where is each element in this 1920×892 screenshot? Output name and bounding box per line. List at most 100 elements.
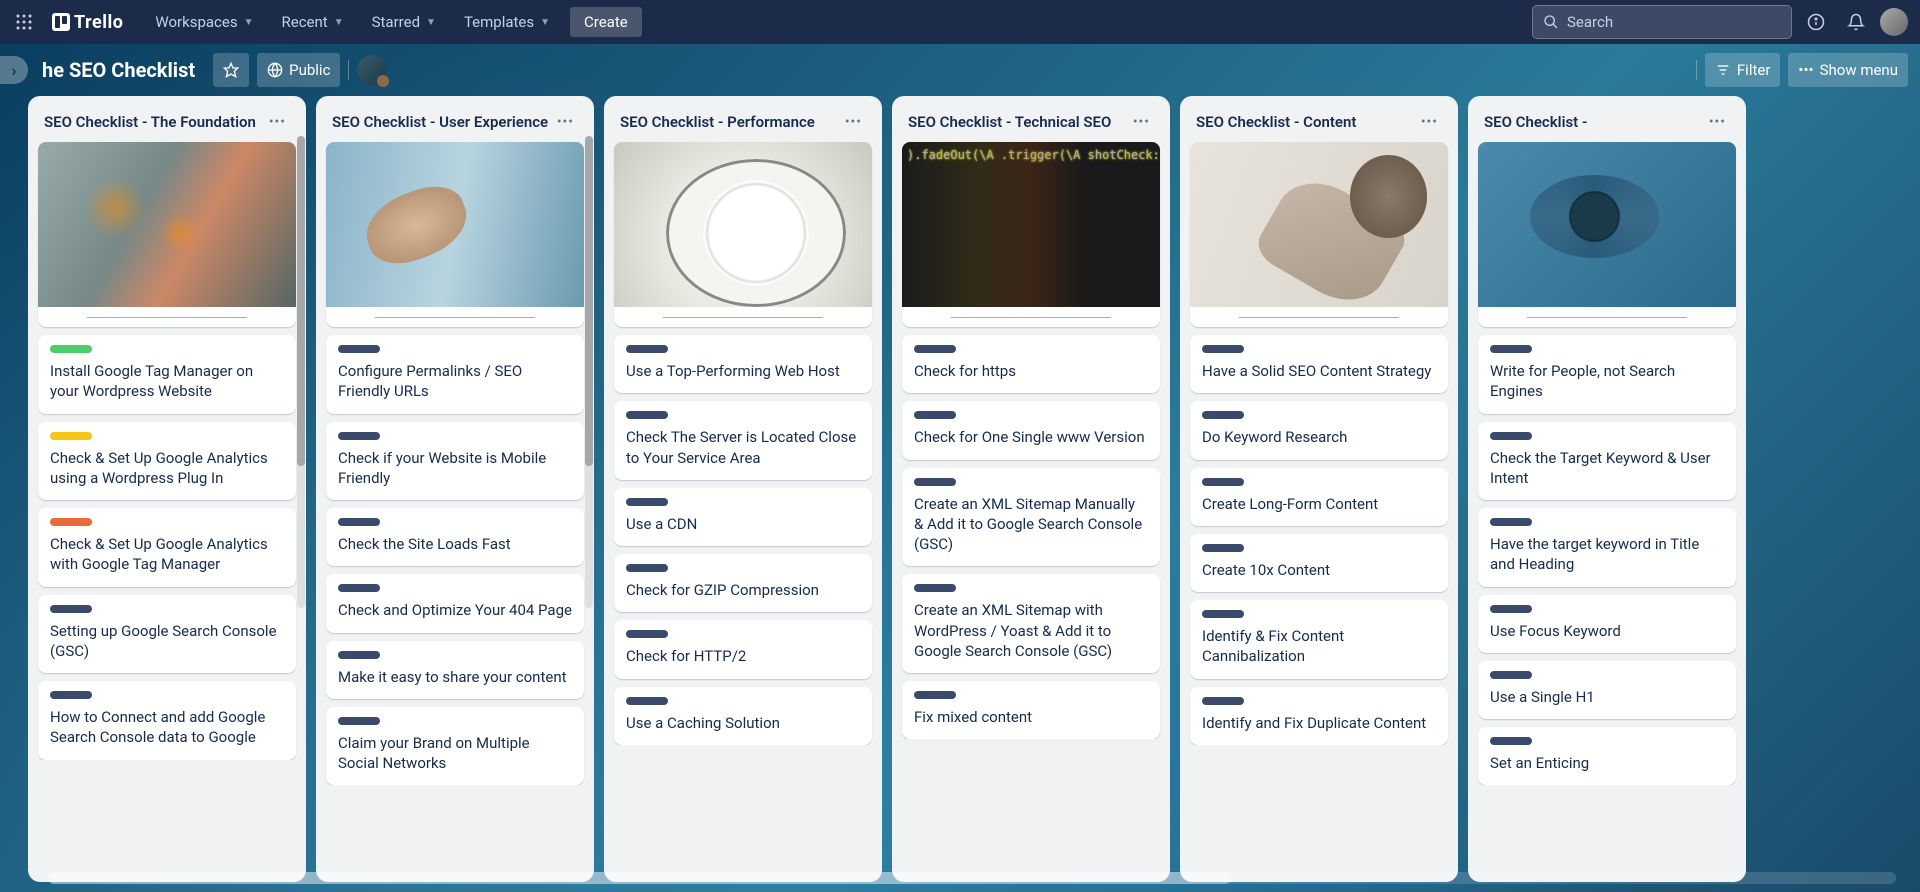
card[interactable]: Use a Caching Solution: [614, 687, 872, 745]
scrollbar-thumb[interactable]: [585, 136, 593, 466]
card[interactable]: Check and Optimize Your 404 Page: [326, 574, 584, 632]
list-title[interactable]: SEO Checklist -: [1484, 113, 1587, 131]
list-menu-icon[interactable]: •••: [1129, 110, 1154, 134]
notifications-icon[interactable]: [1840, 6, 1872, 38]
list-title[interactable]: SEO Checklist - User Experience: [332, 113, 548, 131]
card-label[interactable]: [338, 432, 380, 440]
list-menu-icon[interactable]: •••: [1705, 110, 1730, 134]
card-label[interactable]: [626, 411, 668, 419]
search-box[interactable]: [1532, 5, 1792, 39]
card-label[interactable]: [914, 478, 956, 486]
card-label[interactable]: [1202, 478, 1244, 486]
filter-button[interactable]: Filter: [1705, 53, 1781, 87]
card-label[interactable]: [338, 717, 380, 725]
card[interactable]: Check the Site Loads Fast: [326, 508, 584, 566]
info-icon[interactable]: [1800, 6, 1832, 38]
card[interactable]: Use a Single H1: [1478, 661, 1736, 719]
card-label[interactable]: [1490, 345, 1532, 353]
card-label[interactable]: [914, 691, 956, 699]
nav-starred[interactable]: Starred▼: [360, 7, 448, 37]
show-menu-button[interactable]: ••• Show menu: [1788, 53, 1908, 87]
list-title[interactable]: SEO Checklist - Technical SEO: [908, 113, 1111, 131]
card[interactable]: Use a Top-Performing Web Host: [614, 335, 872, 393]
card-label[interactable]: [1202, 345, 1244, 353]
nav-recent[interactable]: Recent▼: [270, 7, 356, 37]
card[interactable]: Create Long-Form Content: [1190, 468, 1448, 526]
board-canvas[interactable]: SEO Checklist - The Foundation•••Install…: [0, 96, 1920, 892]
card[interactable]: Configure Permalinks / SEO Friendly URLs: [326, 335, 584, 414]
card[interactable]: Check for HTTP/2: [614, 620, 872, 678]
cover-card[interactable]: [326, 142, 584, 327]
cover-card[interactable]: [1478, 142, 1736, 327]
card-label[interactable]: [50, 605, 92, 613]
card[interactable]: Write for People, not Search Engines: [1478, 335, 1736, 414]
card-label[interactable]: [914, 345, 956, 353]
card-label[interactable]: [626, 697, 668, 705]
card[interactable]: Check & Set Up Google Analytics with Goo…: [38, 508, 296, 587]
card-label[interactable]: [1202, 697, 1244, 705]
card-label[interactable]: [338, 345, 380, 353]
card[interactable]: Use a CDN: [614, 488, 872, 546]
card[interactable]: Have the target keyword in Title and Hea…: [1478, 508, 1736, 587]
card-label[interactable]: [1202, 544, 1244, 552]
list-title[interactable]: SEO Checklist - Performance: [620, 113, 815, 131]
card-label[interactable]: [1490, 605, 1532, 613]
cover-card[interactable]: [902, 142, 1160, 327]
card-label[interactable]: [1202, 610, 1244, 618]
card-label[interactable]: [626, 345, 668, 353]
list-scrollbar[interactable]: [297, 136, 305, 608]
list-menu-icon[interactable]: •••: [841, 110, 866, 134]
trello-logo[interactable]: Trello: [44, 12, 131, 33]
search-input[interactable]: [1567, 13, 1781, 31]
list-title[interactable]: SEO Checklist - Content: [1196, 113, 1356, 131]
card[interactable]: Setting up Google Search Console (GSC): [38, 595, 296, 674]
card[interactable]: Check if your Website is Mobile Friendly: [326, 422, 584, 501]
card-label[interactable]: [338, 584, 380, 592]
card[interactable]: Fix mixed content: [902, 681, 1160, 739]
card[interactable]: Check for One Single www Version: [902, 401, 1160, 459]
list-menu-icon[interactable]: •••: [553, 110, 578, 134]
card-label[interactable]: [50, 518, 92, 526]
card[interactable]: Check & Set Up Google Analytics using a …: [38, 422, 296, 501]
card-label[interactable]: [1490, 671, 1532, 679]
card-label[interactable]: [1490, 432, 1532, 440]
card[interactable]: Check The Server is Located Close to You…: [614, 401, 872, 480]
card-label[interactable]: [626, 498, 668, 506]
card[interactable]: Create an XML Sitemap with WordPress / Y…: [902, 574, 1160, 673]
card[interactable]: How to Connect and add Google Search Con…: [38, 681, 296, 760]
card[interactable]: Make it easy to share your content: [326, 641, 584, 699]
card[interactable]: Set an Enticing: [1478, 727, 1736, 785]
card-label[interactable]: [50, 345, 92, 353]
user-avatar[interactable]: [1880, 8, 1908, 36]
card[interactable]: Check for GZIP Compression: [614, 554, 872, 612]
card[interactable]: Claim your Brand on Multiple Social Netw…: [326, 707, 584, 786]
expand-sidebar-button[interactable]: ›: [0, 56, 28, 84]
card[interactable]: Use Focus Keyword: [1478, 595, 1736, 653]
star-board-button[interactable]: [213, 53, 249, 87]
card-label[interactable]: [626, 630, 668, 638]
card-label[interactable]: [1490, 737, 1532, 745]
cover-card[interactable]: [614, 142, 872, 327]
card[interactable]: Check the Target Keyword & User Intent: [1478, 422, 1736, 501]
card-label[interactable]: [626, 564, 668, 572]
apps-menu-icon[interactable]: [8, 6, 40, 38]
nav-workspaces[interactable]: Workspaces▼: [143, 7, 265, 37]
create-button[interactable]: Create: [570, 7, 642, 37]
cover-card[interactable]: [1190, 142, 1448, 327]
list-menu-icon[interactable]: •••: [1417, 110, 1442, 134]
card[interactable]: Have a Solid SEO Content Strategy: [1190, 335, 1448, 393]
card[interactable]: Identify and Fix Duplicate Content: [1190, 687, 1448, 745]
card-label[interactable]: [50, 691, 92, 699]
card-label[interactable]: [338, 651, 380, 659]
card[interactable]: Create 10x Content: [1190, 534, 1448, 592]
cover-card[interactable]: [38, 142, 296, 327]
list-menu-icon[interactable]: •••: [265, 110, 290, 134]
card[interactable]: Install Google Tag Manager on your Wordp…: [38, 335, 296, 414]
board-title[interactable]: he SEO Checklist: [32, 54, 205, 86]
visibility-button[interactable]: Public: [257, 53, 340, 87]
card[interactable]: Do Keyword Research: [1190, 401, 1448, 459]
horizontal-scrollbar[interactable]: [48, 872, 1896, 884]
card-label[interactable]: [914, 584, 956, 592]
board-member-avatar[interactable]: [357, 55, 387, 85]
card-label[interactable]: [338, 518, 380, 526]
